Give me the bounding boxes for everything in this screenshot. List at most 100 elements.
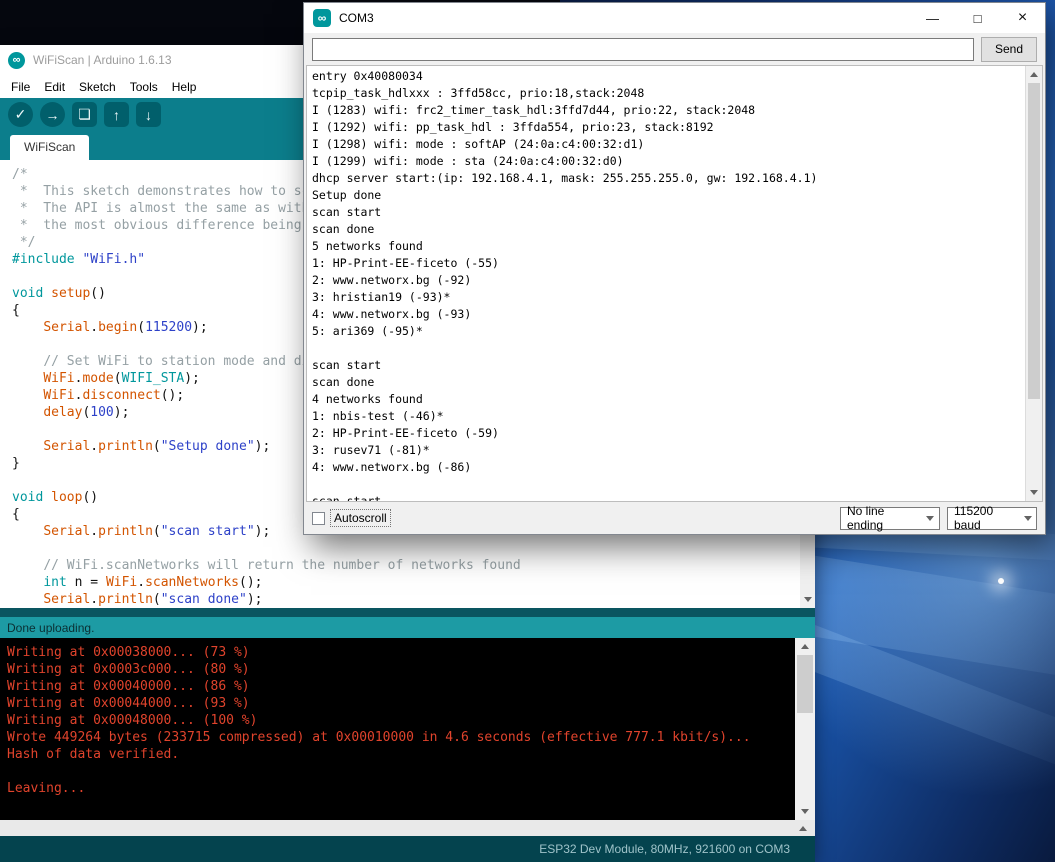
verify-button[interactable]: ✓ xyxy=(8,102,33,127)
serial-scroll-down-icon[interactable] xyxy=(1026,484,1042,501)
code-token: begin xyxy=(98,320,137,335)
serial-output-line xyxy=(312,476,1022,493)
code-token: * The API is almost the same as with th xyxy=(12,201,333,216)
serial-scroll-up-icon[interactable] xyxy=(1026,66,1042,83)
close-button[interactable]: × xyxy=(1000,3,1045,33)
ide-window-title: WiFiScan | Arduino 1.6.13 xyxy=(33,53,172,67)
serial-output-line: 1: nbis-test (-46)* xyxy=(312,408,1022,425)
code-token: WiFi xyxy=(43,388,74,403)
maximize-button[interactable]: □ xyxy=(955,3,1000,33)
code-token xyxy=(12,320,43,335)
code-token: ); xyxy=(247,592,263,607)
editor-console-divider[interactable] xyxy=(0,608,815,617)
serial-output-line: scan start xyxy=(312,493,1022,502)
console-scroll-down-icon[interactable] xyxy=(795,803,815,820)
code-line xyxy=(12,540,815,557)
code-token: println xyxy=(98,592,153,607)
code-token: mode xyxy=(82,371,113,386)
code-token: . xyxy=(90,320,98,335)
line-ending-value: No line ending xyxy=(847,504,922,532)
code-token xyxy=(12,371,43,386)
code-token: int xyxy=(43,575,66,590)
console-line: Writing at 0x0003c000... (80 %) xyxy=(7,661,815,678)
serial-input[interactable] xyxy=(312,38,974,61)
console-hscrollbar[interactable] xyxy=(0,820,815,836)
code-token: n = xyxy=(67,575,106,590)
code-token: ( xyxy=(153,439,161,454)
serial-output-line: 1: HP-Print-EE-ficeto (-55) xyxy=(312,255,1022,272)
console-line: Hash of data verified. xyxy=(7,746,815,763)
minimize-button[interactable]: — xyxy=(910,3,955,33)
console-line: Leaving... xyxy=(7,780,815,797)
arduino-logo-icon: ∞ xyxy=(313,9,331,27)
code-token: WiFi xyxy=(106,575,137,590)
serial-scrollbar[interactable] xyxy=(1025,66,1042,501)
scroll-down-icon[interactable] xyxy=(800,591,815,608)
console-scroll-thumb[interactable] xyxy=(797,655,813,713)
code-token: . xyxy=(137,575,145,590)
tab-wifiscan[interactable]: WiFiScan xyxy=(10,135,89,160)
code-token: . xyxy=(90,524,98,539)
console-line: Wrote 449264 bytes (233715 compressed) a… xyxy=(7,729,815,746)
desktop: ∞ WiFiScan | Arduino 1.6.13 FileEditSket… xyxy=(0,0,1055,862)
code-token: void xyxy=(12,286,51,301)
autoscroll-checkbox[interactable] xyxy=(312,512,325,525)
menu-help[interactable]: Help xyxy=(165,77,204,97)
code-token: */ xyxy=(12,235,35,250)
code-token: () xyxy=(82,490,98,505)
code-token xyxy=(12,524,43,539)
serial-output-line: dhcp server start:(ip: 192.168.4.1, mask… xyxy=(312,170,1022,187)
code-token: (); xyxy=(161,388,184,403)
menu-edit[interactable]: Edit xyxy=(37,77,72,97)
menu-sketch[interactable]: Sketch xyxy=(72,77,123,97)
serial-output-line: I (1298) wifi: mode : softAP (24:0a:c4:0… xyxy=(312,136,1022,153)
menu-file[interactable]: File xyxy=(4,77,37,97)
serial-output-line: 2: www.networx.bg (-92) xyxy=(312,272,1022,289)
code-token: ( xyxy=(153,592,161,607)
code-token: ); xyxy=(192,320,208,335)
upload-icon: → xyxy=(46,107,60,123)
console-scrollbar[interactable] xyxy=(795,638,815,820)
console-line: Writing at 0x00048000... (100 %) xyxy=(7,712,815,729)
code-token: ); xyxy=(255,439,271,454)
console-line: Writing at 0x00044000... (93 %) xyxy=(7,695,815,712)
window-controls: — □ × xyxy=(910,3,1045,33)
code-token: ); xyxy=(255,524,271,539)
ide-console: Writing at 0x00038000... (73 %)Writing a… xyxy=(0,638,815,820)
serial-scroll-thumb[interactable] xyxy=(1028,83,1040,399)
serial-monitor-titlebar[interactable]: ∞ COM3 — □ × xyxy=(304,3,1045,33)
serial-output-line: I (1299) wifi: mode : sta (24:0a:c4:00:3… xyxy=(312,153,1022,170)
save-button[interactable]: ↓ xyxy=(136,102,161,127)
serial-output-line: 5: ari369 (-95)* xyxy=(312,323,1022,340)
code-token xyxy=(12,592,43,607)
code-token: ( xyxy=(153,524,161,539)
code-token: "Setup done" xyxy=(161,439,255,454)
code-token: // WiFi.scanNetworks will return the num… xyxy=(43,558,520,573)
baud-rate-select[interactable]: 115200 baud xyxy=(947,507,1037,530)
upload-button[interactable]: → xyxy=(40,102,65,127)
line-ending-select[interactable]: No line ending xyxy=(840,507,940,530)
code-line: // WiFi.scanNetworks will return the num… xyxy=(12,557,815,574)
console-line: Writing at 0x00040000... (86 %) xyxy=(7,678,815,695)
menu-tools[interactable]: Tools xyxy=(123,77,165,97)
new-sketch-button[interactable]: ❏ xyxy=(72,102,97,127)
serial-output-line: I (1292) wifi: pp_task_hdl : 3ffda554, p… xyxy=(312,119,1022,136)
send-button[interactable]: Send xyxy=(981,37,1037,62)
console-hscroll-button[interactable] xyxy=(795,820,811,836)
save-icon: ↓ xyxy=(145,107,152,123)
code-line: int n = WiFi.scanNetworks(); xyxy=(12,574,815,591)
code-token: ( xyxy=(114,371,122,386)
console-scroll-up-icon[interactable] xyxy=(795,638,815,655)
code-token: println xyxy=(98,524,153,539)
open-button[interactable]: ↑ xyxy=(104,102,129,127)
code-token: /* xyxy=(12,167,28,182)
autoscroll-label[interactable]: Autoscroll xyxy=(330,509,391,527)
code-token: // Set WiFi to station mode and disco xyxy=(43,354,333,369)
code-token: 115200 xyxy=(145,320,192,335)
code-token xyxy=(12,354,43,369)
code-token: WiFi xyxy=(43,371,74,386)
code-line: Serial.println("scan done"); xyxy=(12,591,815,608)
board-info: ESP32 Dev Module, 80MHz, 921600 on COM3 xyxy=(539,842,790,856)
serial-monitor-bottombar: Autoscroll No line ending 115200 baud xyxy=(304,502,1045,534)
code-token: scanNetworks xyxy=(145,575,239,590)
